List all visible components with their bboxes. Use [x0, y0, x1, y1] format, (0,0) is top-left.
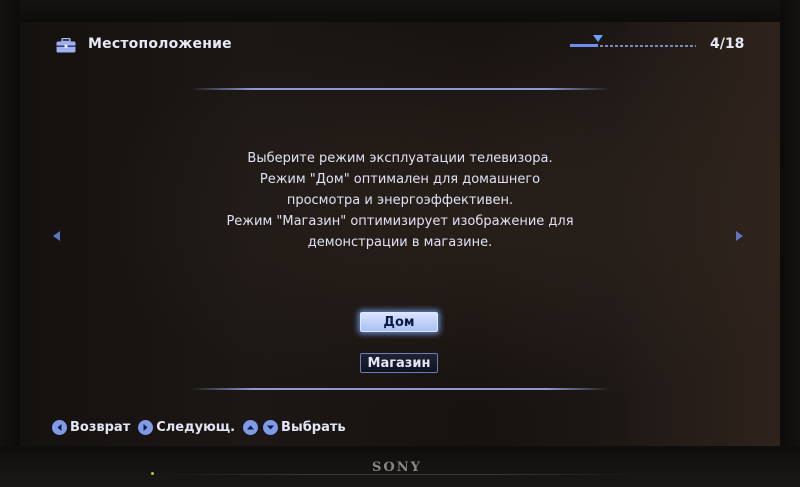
- divider-top: [190, 88, 610, 90]
- description-line: просмотра и энергоэффективен.: [286, 193, 514, 208]
- next-hint[interactable]: Следующ.: [138, 420, 235, 435]
- description-line: Режим "Дом" оптимален для домашнего: [259, 172, 541, 187]
- back-label: Возврат: [70, 420, 131, 435]
- down-arrow-icon: [263, 420, 279, 435]
- up-hint[interactable]: [243, 420, 261, 435]
- right-arrow-icon: [138, 420, 154, 435]
- select-hint[interactable]: Выбрать: [263, 420, 346, 435]
- bezel-left: [0, 0, 20, 487]
- tv-screen: Местоположение 4/18 Выберите режим экспл…: [20, 22, 780, 446]
- bezel-right: [780, 0, 800, 487]
- select-label: Выбрать: [281, 420, 346, 435]
- description-line: Режим "Магазин" оптимизирует изображение…: [226, 214, 574, 229]
- back-hint[interactable]: Возврат: [52, 420, 130, 435]
- divider-bottom: [190, 388, 610, 390]
- remote-hints: Возврат Следующ. Выбрать: [52, 420, 354, 435]
- up-arrow-icon: [243, 420, 259, 435]
- power-led: [151, 472, 154, 475]
- brand-logo: SONY: [372, 460, 422, 475]
- previous-arrow-icon[interactable]: [53, 231, 60, 241]
- step-progress-marker: [593, 35, 603, 42]
- left-arrow-icon: [52, 420, 67, 435]
- tv-display: Местоположение 4/18 Выберите режим экспл…: [0, 0, 800, 487]
- next-arrow-icon[interactable]: [736, 231, 743, 241]
- step-progress-fill: [570, 44, 598, 47]
- home-mode-button[interactable]: Дом: [360, 312, 438, 332]
- store-mode-button[interactable]: Магазин: [360, 353, 438, 373]
- next-label: Следующ.: [156, 420, 236, 435]
- page-title: Местоположение: [88, 36, 232, 52]
- mode-description: Выберите режим эксплуатации телевизора. …: [170, 148, 630, 253]
- description-line: Выберите режим эксплуатации телевизора.: [247, 151, 553, 166]
- page-counter: 4/18: [710, 36, 745, 52]
- toolbox-icon: [56, 38, 76, 53]
- bezel-top: [0, 0, 800, 22]
- description-line: демонстрации в магазине.: [307, 235, 493, 250]
- ambient-light: [610, 22, 780, 446]
